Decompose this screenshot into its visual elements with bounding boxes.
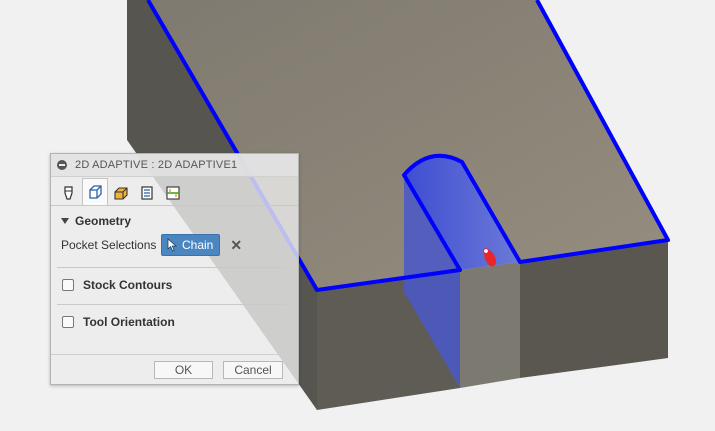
expand-triangle-icon bbox=[61, 218, 69, 224]
section-divider bbox=[57, 267, 286, 268]
geometry-section-header[interactable]: Geometry bbox=[51, 211, 298, 231]
tool-orientation-label: Tool Orientation bbox=[83, 315, 175, 329]
stock-contours-label: Stock Contours bbox=[83, 278, 173, 292]
geometry-icon bbox=[89, 185, 102, 199]
dialog-title: 2D ADAPTIVE : 2D ADAPTIVE1 bbox=[75, 159, 238, 171]
adaptive-dialog: 2D ADAPTIVE : 2D ADAPTIVE1 Geometry Pock… bbox=[50, 153, 299, 385]
chain-selection-button[interactable]: Chain bbox=[161, 234, 221, 256]
stock-contours-row: Stock Contours bbox=[51, 274, 298, 296]
collapse-icon[interactable] bbox=[57, 160, 67, 170]
slot-inner-wall[interactable] bbox=[460, 262, 520, 388]
ok-button[interactable]: OK bbox=[154, 360, 213, 379]
geometry-heading: Geometry bbox=[75, 214, 132, 228]
pocket-selections-label: Pocket Selections bbox=[61, 238, 157, 252]
dialog-tabs bbox=[51, 177, 298, 206]
tab-linking[interactable] bbox=[160, 180, 186, 205]
tab-geometry[interactable] bbox=[82, 178, 108, 205]
linking-icon bbox=[166, 186, 180, 200]
cursor-arrow-icon bbox=[167, 238, 178, 252]
tab-passes[interactable] bbox=[134, 180, 160, 205]
dialog-footer: OK Cancel bbox=[51, 354, 298, 384]
tool-orientation-row: Tool Orientation bbox=[51, 311, 298, 333]
dialog-titlebar[interactable]: 2D ADAPTIVE : 2D ADAPTIVE1 bbox=[51, 154, 298, 177]
passes-icon bbox=[141, 186, 153, 200]
clear-selection-close-icon[interactable]: ✕ bbox=[230, 237, 242, 254]
chain-label: Chain bbox=[182, 238, 214, 252]
pocket-selections-row: Pocket Selections Chain ✕ bbox=[51, 231, 298, 259]
tab-heights[interactable] bbox=[108, 180, 134, 205]
tool-icon bbox=[64, 186, 73, 200]
heights-icon bbox=[114, 187, 128, 200]
section-divider bbox=[57, 304, 286, 305]
tab-tool[interactable] bbox=[56, 180, 82, 205]
stock-contours-checkbox[interactable] bbox=[62, 279, 74, 291]
tool-orientation-checkbox[interactable] bbox=[62, 316, 74, 328]
cancel-button[interactable]: Cancel bbox=[223, 360, 283, 379]
